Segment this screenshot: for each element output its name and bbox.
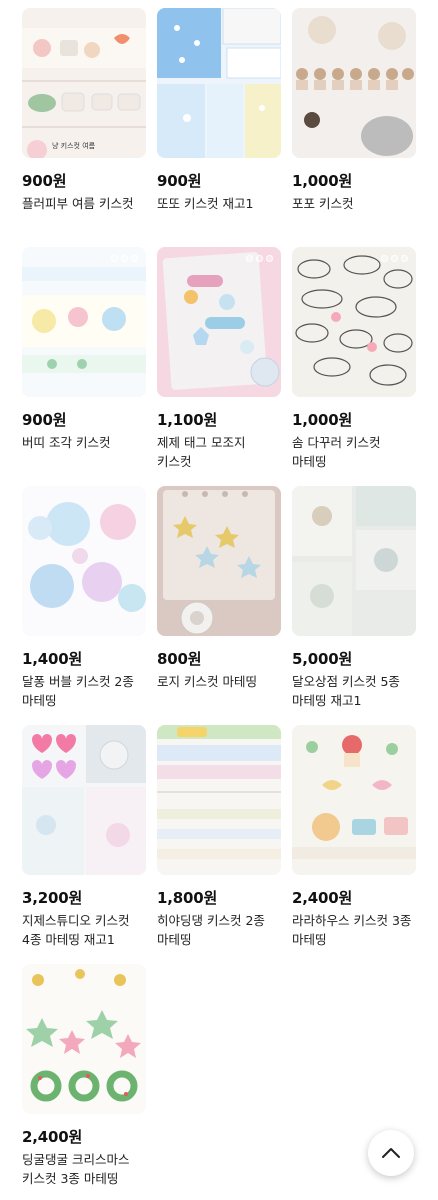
- product-title: 또또 키스컷 재고1: [157, 196, 254, 211]
- product-price: 900원: [22, 411, 67, 429]
- product-thumbnail[interactable]: [157, 247, 281, 397]
- product-title: 달퐁 버블 키스컷 2종 마테띵: [22, 674, 134, 708]
- chevron-up-icon: [382, 1148, 400, 1158]
- product-title: 히야딩댕 키스컷 2종 마테띵: [157, 913, 265, 947]
- sticker-image: [292, 725, 416, 875]
- product-title: 제제 태그 모조지 키스컷: [157, 435, 246, 469]
- sticker-image: [292, 247, 416, 397]
- product-title: 플러피부 여름 키스컷: [22, 196, 134, 211]
- product-title: 딩굴댕굴 크리스마스 키스컷 3종 마테띵: [22, 1152, 130, 1186]
- product-card[interactable]: 5,000원 달오상점 키스컷 5종 마테띵 재고1: [292, 486, 416, 710]
- product-card[interactable]: 900원 버띠 조각 키스컷: [22, 247, 146, 452]
- sticker-image: [157, 8, 281, 158]
- product-card[interactable]: 냥 키스컷 여름 900원 플러피부 여름 키스컷: [22, 8, 146, 213]
- product-price: 2,400원: [22, 1128, 83, 1146]
- product-thumbnail[interactable]: [292, 8, 416, 158]
- product-thumbnail[interactable]: [157, 486, 281, 636]
- product-price: 900원: [22, 172, 67, 190]
- product-price: 900원: [157, 172, 202, 190]
- product-card[interactable]: 2,400원 딩굴댕굴 크리스마스 키스컷 3종 마테띵: [22, 964, 146, 1188]
- product-price: 1,400원: [22, 650, 83, 668]
- product-thumbnail[interactable]: [157, 725, 281, 875]
- product-thumbnail[interactable]: [22, 725, 146, 875]
- product-thumbnail[interactable]: [22, 486, 146, 636]
- product-card[interactable]: 1,800원 히야딩댕 키스컷 2종 마테띵: [157, 725, 281, 949]
- product-card[interactable]: 900원 또또 키스컷 재고1: [157, 8, 281, 213]
- product-price: 800원: [157, 650, 202, 668]
- sticker-image: [157, 725, 281, 875]
- sticker-image: [157, 486, 281, 636]
- product-thumbnail[interactable]: [292, 247, 416, 397]
- product-title: 포포 키스컷: [292, 196, 354, 211]
- product-thumbnail[interactable]: [22, 964, 146, 1114]
- sticker-image: [22, 247, 146, 397]
- dots-indicator: [246, 255, 273, 262]
- product-card[interactable]: 1,400원 달퐁 버블 키스컷 2종 마테띵: [22, 486, 146, 710]
- dots-indicator: [111, 255, 138, 262]
- product-card[interactable]: 1,100원 제제 태그 모조지 키스컷: [157, 247, 281, 471]
- product-title: 솜 다꾸러 키스컷 마테띵: [292, 435, 381, 469]
- dots-indicator: [381, 255, 408, 262]
- scroll-to-top-button[interactable]: [368, 1130, 414, 1176]
- product-card[interactable]: 3,200원 지제스튜디오 키스컷 4종 마테띵 재고1: [22, 725, 146, 949]
- product-price: 3,200원: [22, 889, 83, 907]
- product-price: 1,000원: [292, 172, 353, 190]
- sticker-image: [22, 964, 146, 1114]
- product-price: 2,400원: [292, 889, 353, 907]
- product-title: 라라하우스 키스컷 3종 마테띵: [292, 913, 412, 947]
- product-title: 지제스튜디오 키스컷 4종 마테띵 재고1: [22, 913, 130, 947]
- product-thumbnail[interactable]: 냥 키스컷 여름: [22, 8, 146, 158]
- product-card[interactable]: 2,400원 라라하우스 키스컷 3종 마테띵: [292, 725, 416, 949]
- product-title: 버띠 조각 키스컷: [22, 435, 111, 450]
- sticker-image: [157, 247, 281, 397]
- product-card[interactable]: 1,000원 솜 다꾸러 키스컷 마테띵: [292, 247, 416, 471]
- product-grid: 냥 키스컷 여름 900원 플러피부 여름 키스컷 900원 또또 키스컷 재고…: [0, 0, 438, 1200]
- product-price: 5,000원: [292, 650, 353, 668]
- product-thumbnail[interactable]: [292, 725, 416, 875]
- product-price: 1,100원: [157, 411, 218, 429]
- product-thumbnail[interactable]: [22, 247, 146, 397]
- product-title: 달오상점 키스컷 5종 마테띵 재고1: [292, 674, 400, 708]
- product-price: 1,800원: [157, 889, 218, 907]
- product-price: 1,000원: [292, 411, 353, 429]
- sticker-image: [292, 486, 416, 636]
- product-title: 로지 키스컷 마테띵: [157, 674, 257, 689]
- product-thumbnail[interactable]: [292, 486, 416, 636]
- sticker-image: [22, 725, 146, 875]
- product-card[interactable]: 800원 로지 키스컷 마테띵: [157, 486, 281, 691]
- thumb-caption: 냥 키스컷 여름: [52, 141, 96, 150]
- sticker-image: [22, 486, 146, 636]
- sticker-image: [292, 8, 416, 158]
- product-thumbnail[interactable]: [157, 8, 281, 158]
- product-card[interactable]: 1,000원 포포 키스컷: [292, 8, 416, 213]
- sticker-image: 냥 키스컷 여름: [22, 8, 146, 158]
